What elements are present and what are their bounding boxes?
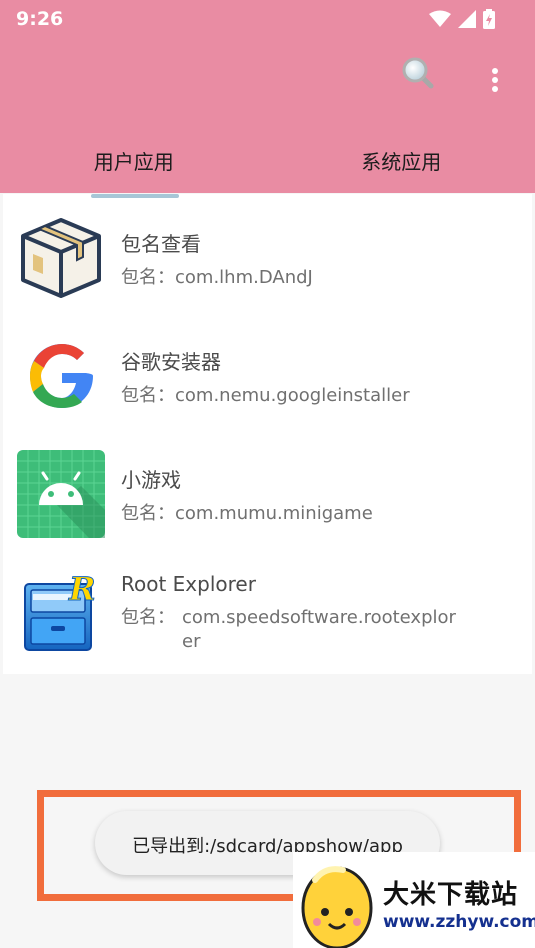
root-explorer-icon: R — [24, 570, 96, 651]
package-value: com.nemu.googleinstaller — [175, 385, 410, 406]
watermark-url: www.zzhyw.com — [383, 912, 535, 932]
more-options-button[interactable] — [483, 60, 533, 100]
package-value: com.mumu.minigame — [175, 503, 373, 524]
list-item-app[interactable]: R Root Explorer 包名： com.speedsoftware.roo… — [3, 548, 532, 674]
tab-label: 用户应用 — [93, 150, 174, 174]
status-bar: 9:26 — [0, 0, 535, 40]
more-vert-icon — [492, 68, 498, 92]
tab-label: 系统应用 — [361, 150, 442, 174]
list-item-app[interactable]: 小游戏 包名：com.mumu.minigame — [3, 430, 532, 548]
app-name: 谷歌安装器 — [121, 350, 221, 374]
search-icon — [402, 57, 434, 89]
package-box-icon — [21, 218, 101, 298]
package-prefix: 包名： — [121, 607, 175, 628]
list-item-app[interactable]: 谷歌安装器 包名：com.nemu.googleinstaller — [3, 312, 532, 430]
app-name: 小游戏 — [121, 468, 181, 492]
wifi-icon — [429, 10, 451, 27]
package-prefix: 包名： — [121, 385, 175, 406]
toolbar-actions — [395, 50, 535, 110]
watermark: 大米下载站 www.zzhyw.com — [293, 852, 535, 948]
app-list: 包名查看 包名：com.lhm.DAndJ 谷歌安装器 包名：com.nemu.… — [3, 194, 532, 674]
android-icon — [17, 450, 105, 538]
search-button[interactable] — [395, 50, 455, 110]
package-value: com.speedsoftware.rootexplorer — [182, 607, 456, 652]
package-prefix: 包名： — [121, 503, 175, 524]
app-package: 包名： com.speedsoftware.rootexplorer — [121, 606, 466, 654]
app-package: 包名：com.mumu.minigame — [121, 499, 373, 525]
tab-bar: 用户应用 系统应用 — [0, 130, 535, 193]
package-prefix: 包名： — [121, 267, 175, 288]
tab-system-apps[interactable]: 系统应用 — [268, 130, 535, 193]
svg-text:R: R — [68, 570, 96, 608]
app-name: Root Explorer — [121, 572, 256, 596]
signal-icon — [458, 10, 476, 28]
app-bar: 9:26 用户应用 系统应用 — [0, 0, 535, 193]
app-package: 包名：com.nemu.googleinstaller — [121, 381, 410, 407]
tab-indicator — [91, 194, 179, 198]
watermark-title: 大米下载站 — [383, 880, 519, 910]
list-item-app[interactable]: 包名查看 包名：com.lhm.DAndJ — [3, 194, 532, 312]
package-value: com.lhm.DAndJ — [175, 267, 313, 288]
battery-icon — [483, 9, 495, 29]
status-icons — [429, 9, 495, 29]
rice-mascot-icon — [301, 866, 373, 948]
status-time: 9:26 — [16, 8, 64, 30]
tab-user-apps[interactable]: 用户应用 — [0, 130, 268, 193]
app-package: 包名：com.lhm.DAndJ — [121, 263, 313, 289]
google-icon — [30, 344, 93, 408]
app-name: 包名查看 — [121, 232, 201, 256]
